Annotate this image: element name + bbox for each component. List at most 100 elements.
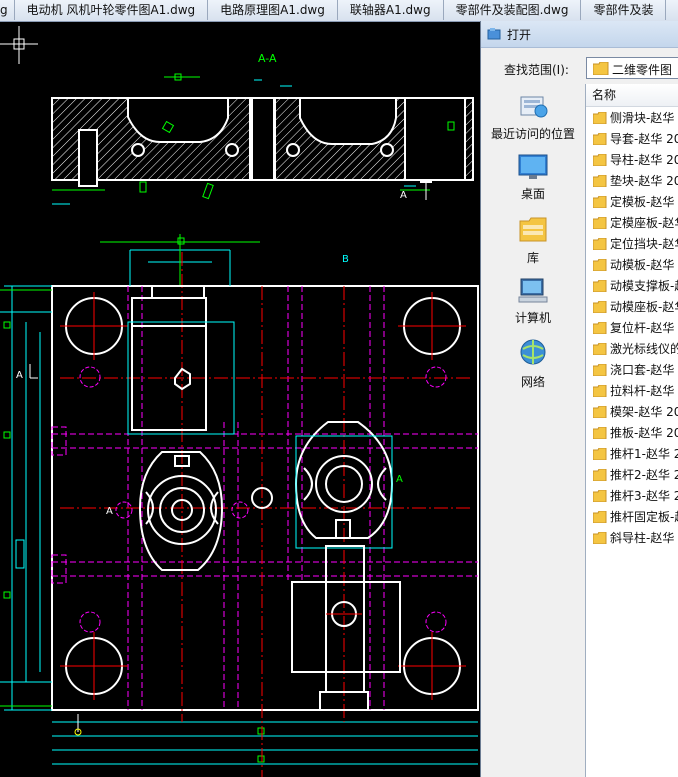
- desktop-icon: [518, 154, 548, 179]
- folder-icon: [593, 111, 607, 124]
- list-item[interactable]: 模架-赵华 20: [586, 401, 678, 422]
- list-item[interactable]: 浇口套-赵华: [586, 359, 678, 380]
- list-item[interactable]: 推板-赵华 20: [586, 422, 678, 443]
- plan-marker-b: B: [342, 254, 349, 265]
- tab-coupling[interactable]: 联轴器A1.dwg: [338, 0, 444, 20]
- open-folder-icon: [487, 28, 501, 40]
- list-item[interactable]: 动模支撑板-赵: [586, 275, 678, 296]
- dialog-title: 打开: [507, 27, 532, 42]
- plan-marker-a-mid: A: [106, 506, 113, 517]
- network-icon: [520, 339, 546, 365]
- file-name: 定位挡块-赵华: [610, 237, 678, 251]
- folder-icon: [593, 195, 607, 208]
- folder-icon: [593, 62, 609, 75]
- list-item[interactable]: 拉料杆-赵华: [586, 380, 678, 401]
- place-desktop[interactable]: 桌面: [481, 153, 585, 202]
- folder-icon: [593, 426, 607, 439]
- file-name: 导套-赵华 20: [610, 132, 678, 146]
- file-name: 拉料杆-赵华: [610, 384, 675, 398]
- list-item[interactable]: 导柱-赵华 20: [586, 149, 678, 170]
- file-name: 定模座板-赵华: [610, 216, 678, 230]
- place-desktop-label: 桌面: [520, 187, 545, 201]
- open-file-dialog: 打开 查找范围(I): 二维零件图 最近访问的位置 桌面 库 计算机 网络 名称…: [480, 21, 678, 777]
- folder-icon: [593, 279, 607, 292]
- libraries-icon: [519, 217, 547, 242]
- list-item[interactable]: 定模板-赵华: [586, 191, 678, 212]
- place-libraries-label: 库: [526, 251, 539, 265]
- list-item[interactable]: 导套-赵华 20: [586, 128, 678, 149]
- file-name: 模架-赵华 20: [610, 405, 678, 419]
- file-name: 激光标线仪的: [610, 342, 678, 356]
- folder-icon: [593, 447, 607, 460]
- dialog-title-bar[interactable]: 打开: [481, 21, 678, 48]
- list-item[interactable]: 动模座板-赵华: [586, 296, 678, 317]
- list-item[interactable]: 定位挡块-赵华: [586, 233, 678, 254]
- list-item[interactable]: 动模板-赵华: [586, 254, 678, 275]
- document-tab-bar: g 电动机 风机叶轮零件图A1.dwg 电路原理图A1.dwg 联轴器A1.dw…: [0, 0, 678, 22]
- folder-icon: [593, 489, 607, 502]
- file-name: 侧滑块-赵华: [610, 111, 675, 125]
- plan-marker-a-left: A: [16, 370, 23, 381]
- folder-icon: [593, 468, 607, 481]
- list-item[interactable]: 定模座板-赵华: [586, 212, 678, 233]
- tab-fan-impeller[interactable]: 电动机 风机叶轮零件图A1.dwg: [15, 0, 209, 20]
- place-recent-label: 最近访问的位置: [490, 127, 575, 141]
- place-recent[interactable]: 最近访问的位置: [481, 89, 585, 142]
- tab-circuit-schematic[interactable]: 电路原理图A1.dwg: [208, 0, 338, 20]
- folder-icon: [593, 132, 607, 145]
- lookin-dropdown[interactable]: 二维零件图: [586, 57, 678, 79]
- folder-icon: [593, 363, 607, 376]
- list-item[interactable]: 推杆3-赵华 2: [586, 485, 678, 506]
- file-name: 复位杆-赵华: [610, 321, 675, 335]
- folder-icon: [593, 531, 607, 544]
- folder-icon: [593, 321, 607, 334]
- tab-parts-assembly[interactable]: 零部件及装配图.dwg: [444, 0, 582, 20]
- list-item[interactable]: 斜导柱-赵华: [586, 527, 678, 548]
- file-name: 动模座板-赵华: [610, 300, 678, 314]
- list-item[interactable]: 推杆2-赵华 2: [586, 464, 678, 485]
- tab-partial[interactable]: g: [0, 0, 15, 20]
- list-item[interactable]: 推杆1-赵华 2: [586, 443, 678, 464]
- place-libraries[interactable]: 库: [481, 213, 585, 266]
- file-name: 推杆2-赵华 2: [610, 468, 678, 482]
- file-name: 斜导柱-赵华: [610, 531, 675, 545]
- list-item[interactable]: 激光标线仪的: [586, 338, 678, 359]
- plan-marker-a-right: A: [396, 474, 403, 485]
- folder-icon: [593, 510, 607, 523]
- folder-icon: [593, 237, 607, 250]
- folder-icon: [593, 258, 607, 271]
- computer-icon: [518, 278, 548, 303]
- file-name: 推板-赵华 20: [610, 426, 678, 440]
- lookin-value: 二维零件图: [612, 63, 673, 77]
- section-marker-a: A: [400, 190, 407, 201]
- section-label: A-A: [258, 52, 277, 65]
- place-network[interactable]: 网络: [481, 337, 585, 390]
- lookin-row: 查找范围(I): 二维零件图: [481, 57, 678, 81]
- folder-icon: [593, 405, 607, 418]
- place-computer[interactable]: 计算机: [481, 277, 585, 326]
- file-list[interactable]: 名称 侧滑块-赵华 导套-赵华 20 导柱-赵华 20 垫块-赵华 20 定模板-赵华定…: [585, 84, 678, 777]
- file-name: 动模支撑板-赵: [610, 279, 678, 293]
- file-name: 定模板-赵华: [610, 195, 675, 209]
- file-name: 推杆1-赵华 2: [610, 447, 678, 461]
- folder-icon: [593, 216, 607, 229]
- lookin-label: 查找范围(I):: [504, 63, 569, 77]
- place-network-label: 网络: [520, 375, 545, 389]
- folder-icon: [593, 300, 607, 313]
- places-bar: 最近访问的位置 桌面 库 计算机 网络: [481, 85, 585, 775]
- list-item[interactable]: 推杆固定板-赵: [586, 506, 678, 527]
- folder-icon: [593, 153, 607, 166]
- file-name: 推杆固定板-赵: [610, 510, 678, 524]
- folder-icon: [593, 384, 607, 397]
- column-header-name[interactable]: 名称: [586, 84, 678, 107]
- file-name: 浇口套-赵华: [610, 363, 675, 377]
- place-computer-label: 计算机: [514, 311, 551, 325]
- list-item[interactable]: 复位杆-赵华: [586, 317, 678, 338]
- list-item[interactable]: 垫块-赵华 20: [586, 170, 678, 191]
- list-item[interactable]: 侧滑块-赵华: [586, 107, 678, 128]
- file-name: 垫块-赵华 20: [610, 174, 678, 188]
- file-name: 动模板-赵华: [610, 258, 675, 272]
- folder-icon: [593, 342, 607, 355]
- cad-drawing-canvas[interactable]: A-A A A A A B: [0, 22, 482, 777]
- tab-parts-assembly-2[interactable]: 零部件及装: [581, 0, 667, 20]
